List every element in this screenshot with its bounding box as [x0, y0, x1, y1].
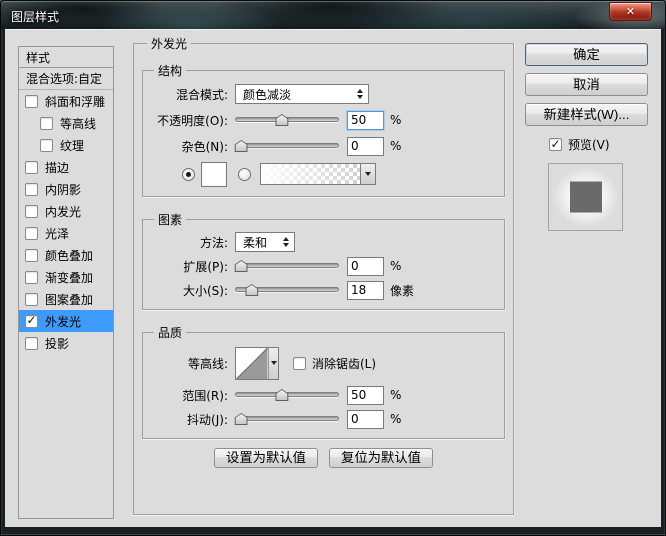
sidebar-item-blending-options[interactable]: 混合选项:自定 — [19, 68, 113, 90]
default-buttons-row: 设置为默认值 复位为默认值 — [142, 448, 505, 468]
new-style-button[interactable]: 新建样式(W)... — [525, 103, 648, 126]
antialias-checkbox[interactable] — [293, 357, 306, 370]
pattern-overlay-checkbox[interactable] — [25, 293, 38, 306]
close-icon: ✕ — [626, 5, 635, 18]
sidebar-item-inner-glow[interactable]: 内发光 — [19, 200, 113, 222]
contour-row: 等高线: 消除锯齿(L) — [149, 343, 498, 383]
styles-list: 混合选项:自定 斜面和浮雕 等高线 纹理 描边 — [18, 68, 114, 519]
satin-checkbox[interactable] — [25, 227, 38, 240]
sidebar-item-drop-shadow[interactable]: 投影 — [19, 332, 113, 354]
technique-value: 柔和 — [243, 234, 267, 251]
quality-group: 品质 等高线: 消除锯齿(L) 范围(R): — [142, 324, 505, 439]
title-bar[interactable]: 图层样式 ✕ — [1, 1, 665, 29]
range-row: 范围(R): % — [149, 383, 498, 407]
elements-group: 图素 方法: 柔和 扩展(P): % — [142, 211, 505, 310]
jitter-row: 抖动(J): % — [149, 407, 498, 431]
texture-checkbox[interactable] — [40, 139, 53, 152]
ok-button[interactable]: 确定 — [525, 43, 648, 66]
contour-checkbox[interactable] — [40, 117, 53, 130]
make-default-button[interactable]: 设置为默认值 — [214, 448, 318, 468]
spread-slider-thumb[interactable] — [235, 260, 248, 272]
updown-arrows-icon — [357, 89, 363, 99]
outer-glow-panel: 外发光 结构 混合模式: 颜色减淡 不透明度(O): — [133, 35, 514, 515]
structure-group: 结构 混合模式: 颜色减淡 不透明度(O): % — [142, 62, 505, 197]
sidebar-item-contour[interactable]: 等高线 — [19, 112, 113, 134]
size-input[interactable] — [347, 281, 384, 300]
dropdown-arrow-icon — [365, 172, 371, 176]
sidebar-item-pattern-overlay[interactable]: 图案叠加 — [19, 288, 113, 310]
dropdown-arrow-icon — [271, 361, 277, 365]
size-slider[interactable] — [235, 284, 339, 296]
outer-glow-checkbox[interactable]: ✓ — [25, 315, 38, 328]
sidebar-item-outer-glow[interactable]: ✓ 外发光 — [19, 310, 113, 332]
blend-mode-select[interactable]: 颜色减淡 — [235, 84, 369, 104]
cancel-button[interactable]: 取消 — [525, 73, 648, 96]
contour-picker[interactable] — [235, 347, 279, 380]
sidebar-item-gradient-overlay[interactable]: 渐变叠加 — [19, 266, 113, 288]
spread-slider[interactable] — [235, 260, 339, 272]
updown-arrows-icon — [283, 237, 289, 247]
preview-toggle-row: ✓ 预览(V) — [549, 136, 648, 153]
contour-dropdown-button[interactable] — [268, 348, 278, 379]
opacity-row: 不透明度(O): % — [149, 107, 498, 133]
jitter-input[interactable] — [347, 410, 384, 429]
noise-slider[interactable] — [235, 140, 339, 152]
blend-mode-value: 颜色减淡 — [243, 86, 291, 103]
sidebar-item-bevel-emboss[interactable]: 斜面和浮雕 — [19, 90, 113, 112]
gradient-picker[interactable] — [260, 163, 376, 185]
blend-mode-row: 混合模式: 颜色减淡 — [149, 81, 498, 107]
technique-select[interactable]: 柔和 — [235, 232, 295, 252]
jitter-slider-thumb[interactable] — [235, 413, 248, 425]
range-slider-thumb[interactable] — [275, 389, 288, 401]
size-row: 大小(S): 像素 — [149, 278, 498, 302]
color-overlay-checkbox[interactable] — [25, 249, 38, 262]
glow-fill-row — [149, 159, 498, 189]
glow-color-swatch[interactable] — [201, 162, 227, 187]
layer-style-dialog: 图层样式 ✕ 样式 混合选项:自定 斜面和浮雕 等高线 — [0, 0, 666, 536]
reset-default-button[interactable]: 复位为默认值 — [329, 448, 433, 468]
spread-row: 扩展(P): % — [149, 254, 498, 278]
color-radio[interactable] — [182, 168, 195, 181]
range-input[interactable] — [347, 386, 384, 405]
preview-checkbox[interactable]: ✓ — [549, 138, 562, 151]
noise-slider-thumb[interactable] — [235, 140, 248, 152]
gradient-bar[interactable] — [261, 164, 360, 184]
preview-thumbnail — [548, 163, 623, 231]
size-slider-thumb[interactable] — [245, 284, 258, 296]
noise-row: 杂色(N): % — [149, 133, 498, 159]
gradient-dropdown-button[interactable] — [360, 164, 375, 184]
inner-shadow-checkbox[interactable] — [25, 183, 38, 196]
dialog-body: 样式 混合选项:自定 斜面和浮雕 等高线 纹理 — [5, 29, 661, 527]
noise-input[interactable] — [347, 137, 384, 156]
bevel-emboss-checkbox[interactable] — [25, 95, 38, 108]
glow-square — [570, 182, 602, 213]
gradient-radio[interactable] — [238, 168, 251, 181]
inner-glow-checkbox[interactable] — [25, 205, 38, 218]
contour-thumbnail — [236, 348, 268, 379]
styles-header: 样式 — [18, 46, 114, 68]
sidebar-item-inner-shadow[interactable]: 内阴影 — [19, 178, 113, 200]
panel-title: 外发光 — [147, 35, 191, 52]
range-slider[interactable] — [235, 389, 339, 401]
sidebar-item-texture[interactable]: 纹理 — [19, 134, 113, 156]
spread-input[interactable] — [347, 257, 384, 276]
gradient-overlay-checkbox[interactable] — [25, 271, 38, 284]
technique-row: 方法: 柔和 — [149, 230, 498, 254]
stroke-checkbox[interactable] — [25, 161, 38, 174]
opacity-slider-thumb[interactable] — [275, 114, 288, 126]
window-title: 图层样式 — [11, 8, 59, 25]
sidebar-item-satin[interactable]: 光泽 — [19, 222, 113, 244]
styles-sidebar: 样式 混合选项:自定 斜面和浮雕 等高线 纹理 — [18, 46, 114, 519]
drop-shadow-checkbox[interactable] — [25, 337, 38, 350]
sidebar-item-color-overlay[interactable]: 颜色叠加 — [19, 244, 113, 266]
sidebar-item-stroke[interactable]: 描边 — [19, 156, 113, 178]
jitter-slider[interactable] — [235, 413, 339, 425]
close-button[interactable]: ✕ — [609, 2, 652, 21]
opacity-slider[interactable] — [235, 114, 339, 126]
opacity-input[interactable] — [347, 111, 384, 130]
action-column: 确定 取消 新建样式(W)... ✓ 预览(V) — [525, 43, 648, 231]
